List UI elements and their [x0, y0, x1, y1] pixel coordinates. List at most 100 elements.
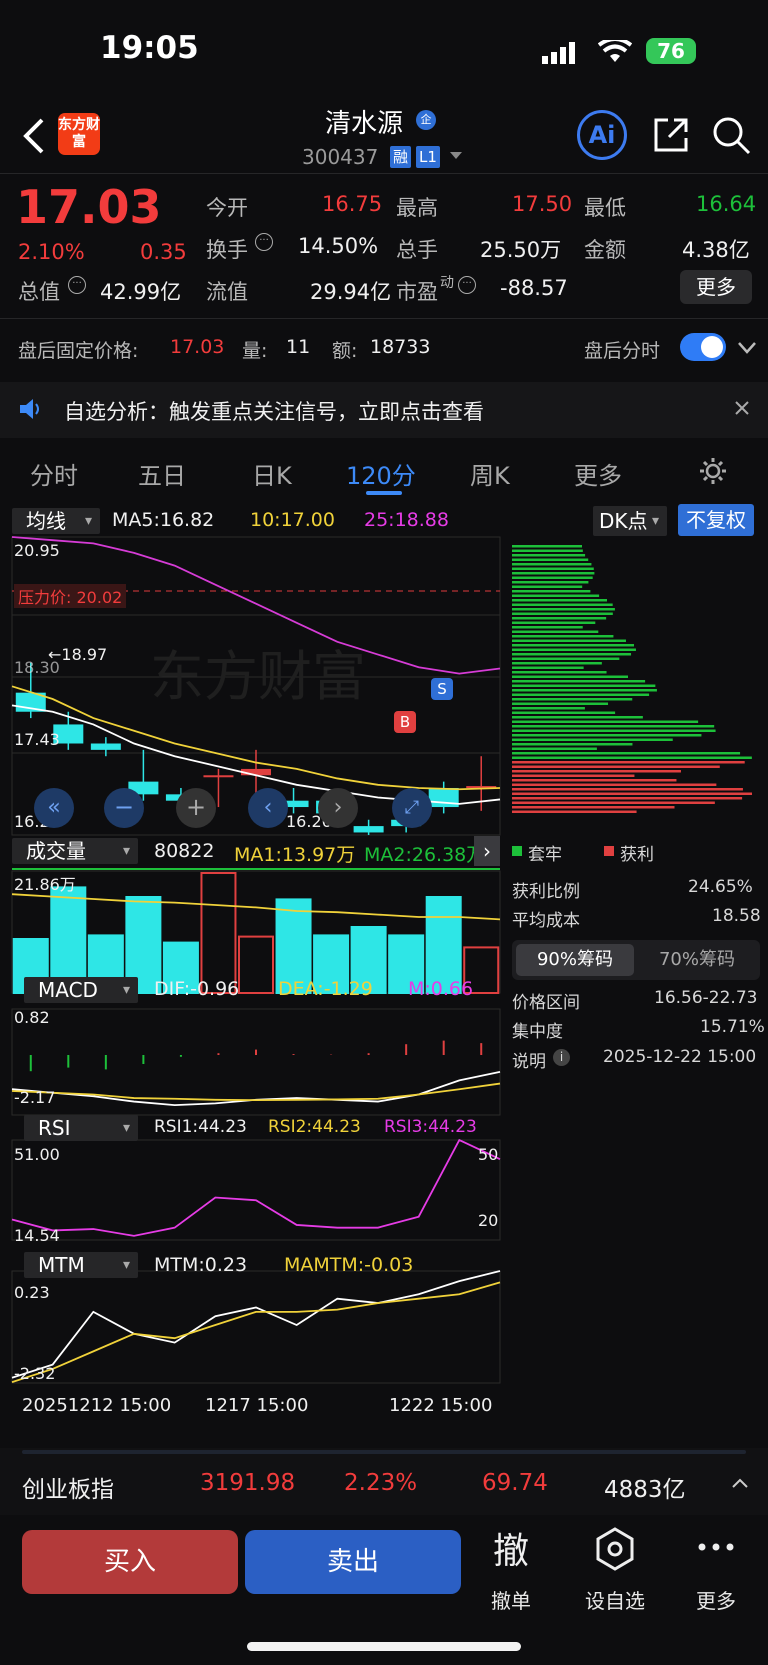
share-icon[interactable] — [652, 116, 690, 154]
chip-bar — [512, 608, 615, 611]
chip-bar — [512, 549, 583, 552]
candle-body — [353, 826, 384, 833]
info-icon[interactable]: ··· — [255, 233, 273, 251]
candle-body — [203, 775, 234, 778]
volume-ma1: MA1:13.97万 — [234, 844, 356, 866]
concentration-label: 集中度 — [512, 1022, 563, 1042]
chip-range-tabs: 90%筹码 70%筹码 — [512, 940, 760, 980]
chip-bar — [512, 563, 592, 566]
afterhours-label: 盘后固定价格: — [18, 340, 139, 362]
chip-tab-70[interactable]: 70%筹码 — [638, 944, 756, 976]
chip-bar — [512, 662, 602, 665]
turnover-label: 换手 — [206, 238, 248, 262]
index-value: 3191.98 — [200, 1470, 296, 1496]
volume-value: 80822 — [154, 840, 215, 862]
divider — [0, 318, 768, 319]
ai-button[interactable]: Ai — [577, 110, 627, 160]
more-dots-icon[interactable] — [698, 1542, 734, 1552]
change-amt: 0.35 — [140, 240, 187, 264]
adjust-button[interactable]: 不复权 — [678, 504, 754, 536]
more-button[interactable]: 更多 — [680, 270, 752, 304]
note-value: 2025-12-22 15:00 — [603, 1047, 757, 1067]
afterhours-toggle[interactable] — [680, 333, 726, 361]
drag-handle[interactable] — [22, 1450, 746, 1454]
chip-bar — [512, 806, 675, 809]
afterhours-amt: 18733 — [370, 336, 431, 358]
chip-bar — [512, 707, 585, 710]
x-axis-label: 20251212 15:00 — [22, 1395, 172, 1416]
chip-bar — [512, 653, 632, 656]
candle-body — [90, 743, 121, 750]
stock-name[interactable]: 清水源 — [325, 103, 403, 140]
last-price: 17.03 — [16, 180, 162, 234]
chip-bar — [512, 644, 634, 647]
cancel-icon[interactable]: 撤 — [493, 1522, 529, 1574]
volume-indicator-select[interactable]: 成交量 — [12, 838, 138, 864]
back-icon[interactable] — [22, 118, 46, 154]
mtm-value: MTM:0.23 — [154, 1254, 248, 1276]
buy-signal-marker[interactable]: B — [394, 711, 416, 733]
scroll-right-icon[interactable]: › — [318, 788, 358, 828]
mtm-indicator-select[interactable]: MTM — [24, 1252, 138, 1278]
battery-icon: 76 — [646, 38, 696, 64]
info-icon[interactable]: i — [553, 1049, 570, 1066]
chip-bar — [512, 581, 589, 584]
close-icon[interactable] — [734, 400, 750, 416]
settings-icon[interactable] — [698, 456, 728, 486]
buy-button[interactable]: 买入 — [22, 1530, 238, 1594]
chevron-up-icon[interactable] — [732, 1478, 748, 1488]
chip-bar — [512, 788, 743, 791]
tab-weekly[interactable]: 周K — [470, 456, 510, 491]
chevron-right-icon[interactable]: › — [474, 836, 500, 866]
sell-signal-marker[interactable]: S — [431, 678, 453, 700]
scroll-left-fast-icon[interactable]: « — [34, 788, 74, 828]
add-watchlist-button[interactable]: 设自选 — [580, 1585, 650, 1614]
mamtm-line — [11, 1281, 501, 1383]
tab-5day[interactable]: 五日 — [138, 456, 186, 491]
zoom-in-icon[interactable]: + — [176, 788, 216, 828]
info-icon[interactable]: ··· — [458, 276, 476, 294]
high-value: 17.50 — [512, 192, 573, 216]
chip-bar — [512, 702, 609, 705]
tab-daily[interactable]: 日K — [252, 456, 292, 491]
chevron-down-icon[interactable] — [450, 152, 462, 160]
profit-ratio-value: 24.65% — [688, 877, 753, 897]
app-logo: 东方财富 — [58, 113, 100, 155]
search-icon[interactable] — [712, 116, 752, 156]
app-root: 19:05 76 东方财富 清水源 企 300437 融 L1 Ai 17.03… — [0, 0, 768, 1665]
chip-tab-90[interactable]: 90%筹码 — [516, 944, 634, 976]
more-menu-button[interactable]: 更多 — [681, 1585, 751, 1614]
tab-120min[interactable]: 120分 — [346, 456, 416, 491]
chip-bar — [512, 738, 673, 741]
pressure-label: 压力价: — [18, 588, 72, 607]
rsi-indicator-select[interactable]: RSI — [24, 1115, 138, 1141]
volume-ma2: MA2:26.38万 — [364, 844, 486, 866]
info-icon[interactable]: ··· — [68, 276, 86, 294]
y-axis-high: 20.95 — [14, 541, 60, 560]
chip-bar — [512, 774, 635, 777]
ma-indicator-select[interactable]: 均线 — [12, 508, 100, 534]
low-label: 最低 — [584, 196, 626, 220]
chip-bar — [512, 810, 637, 813]
afterhours-price: 17.03 — [170, 336, 225, 358]
sell-button[interactable]: 卖出 — [245, 1530, 461, 1594]
index-ticker[interactable]: 创业板指 3191.98 2.23% 69.74 4883亿 — [0, 1448, 768, 1522]
scroll-left-icon[interactable]: ‹ — [248, 788, 288, 828]
period-tabs: 分时 五日 日K 120分 周K 更多 — [0, 448, 768, 498]
cancel-button[interactable]: 撤单 — [476, 1585, 546, 1614]
zoom-out-icon[interactable]: − — [104, 788, 144, 828]
tab-fenshi[interactable]: 分时 — [30, 456, 78, 491]
macd-indicator-select[interactable]: MACD — [24, 977, 138, 1003]
banner-text[interactable]: 自选分析：触发重点关注信号，立即点击查看 — [64, 396, 484, 426]
add-watchlist-icon[interactable] — [595, 1527, 635, 1571]
note-label: 说明 — [512, 1052, 546, 1072]
chevron-down-icon[interactable] — [738, 342, 756, 354]
tab-more[interactable]: 更多 — [574, 456, 622, 491]
fullscreen-icon[interactable]: ⤢ — [392, 788, 432, 828]
chip-bar — [512, 567, 594, 570]
chip-bar — [512, 801, 715, 804]
mtm-line — [11, 1270, 501, 1379]
turnover-value: 14.50% — [298, 234, 379, 258]
dk-button[interactable]: DK点 — [593, 506, 667, 536]
rsi-y-bottom: 14.54 — [14, 1226, 60, 1245]
